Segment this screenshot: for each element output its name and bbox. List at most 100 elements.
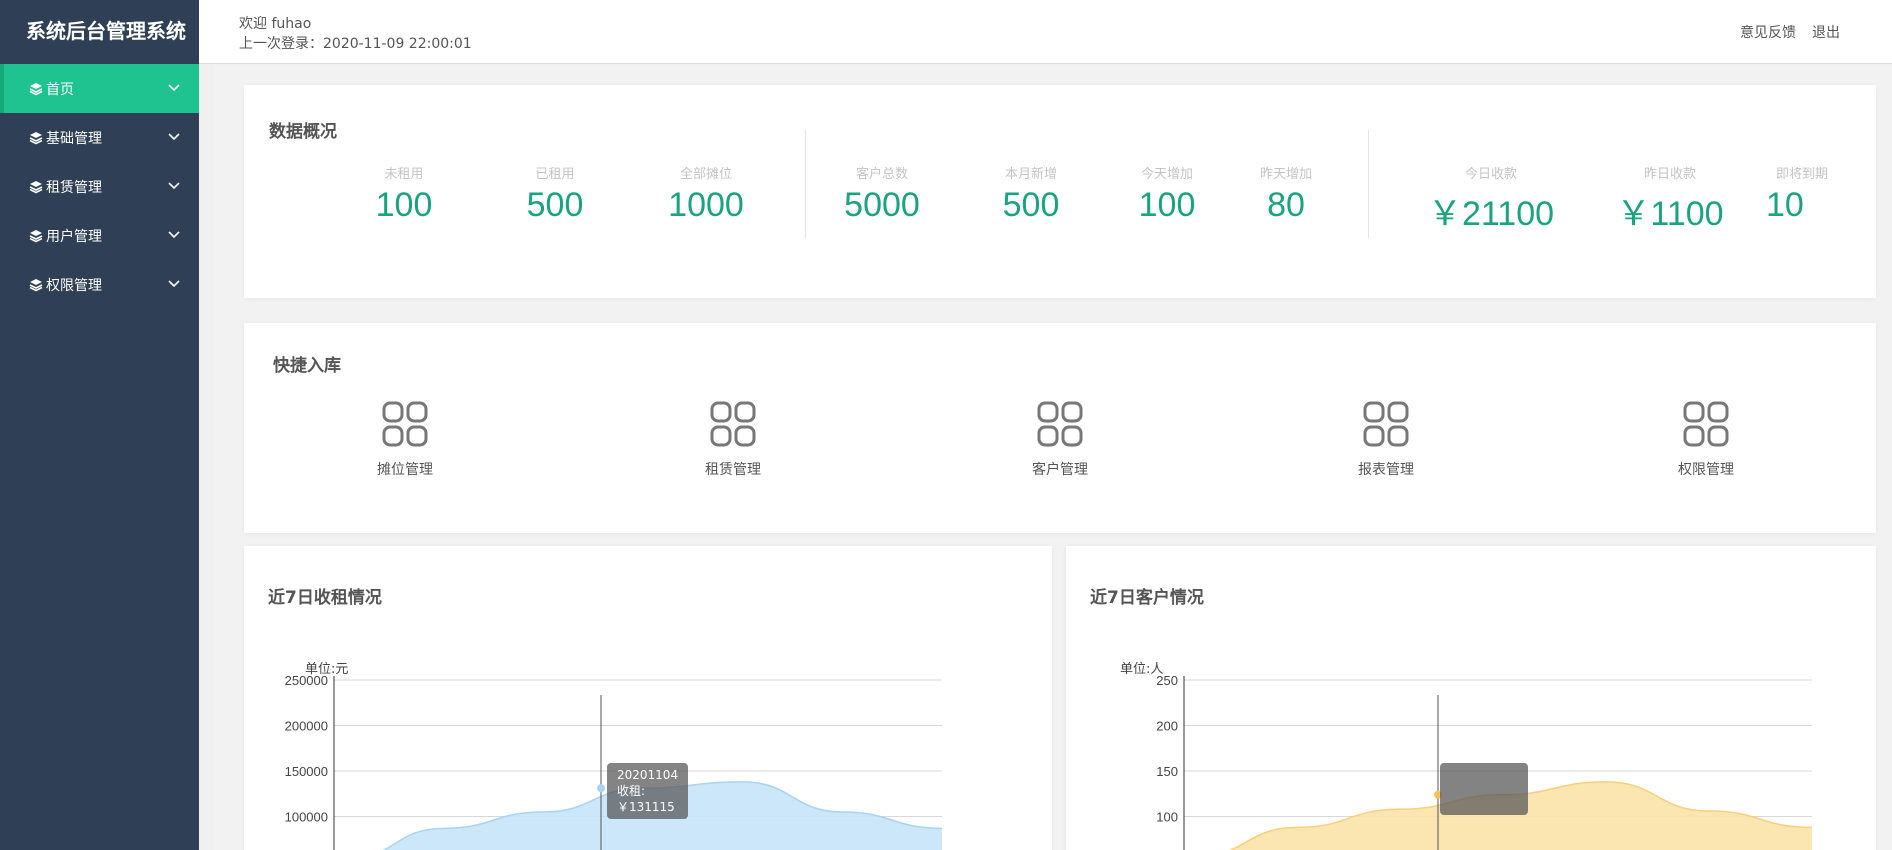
chevron-down-icon: [168, 182, 180, 190]
customer-chart-title: 近7日客户情况: [1090, 588, 1204, 608]
quick-entry-card: 快捷入库 摊位管理 租赁管理 客户管理 报表管理 权限管理: [244, 323, 1876, 533]
grid-icon: [1683, 401, 1729, 447]
sidebar-item-label: 权限管理: [46, 277, 102, 294]
quick-customer-management[interactable]: 客户管理: [1000, 401, 1120, 479]
sidebar-item-label: 基础管理: [46, 130, 102, 147]
stat-label: 今天增加: [1140, 167, 1193, 182]
stat-value: ￥21100: [1427, 195, 1555, 233]
sidebar-item-label: 首页: [46, 81, 74, 98]
feedback-link[interactable]: 意见反馈: [1740, 22, 1796, 42]
app-title: 系统后台管理系统: [26, 19, 186, 43]
stat-all-booths: 全部摊位 1000: [651, 163, 761, 225]
y-tick-label: 150000: [285, 764, 328, 779]
y-tick-label: 100: [1156, 810, 1178, 825]
stat-value: 10: [1766, 186, 1804, 224]
sidebar-item-permissions[interactable]: 权限管理: [0, 260, 199, 309]
stat-today-added: 今天增加 100: [1117, 163, 1217, 225]
main-content: 数据概况 未租用 100 已租用 500 全部摊位 1000 客户总数 5000…: [214, 65, 1892, 850]
stat-value: 80: [1267, 186, 1305, 224]
welcome-text: 欢迎 fuhao: [239, 16, 312, 32]
stat-value: 1000: [668, 186, 744, 224]
stat-value: 100: [375, 186, 433, 224]
quick-label: 权限管理: [1678, 462, 1734, 478]
stat-label: 即将到期: [1775, 167, 1828, 182]
stat-value: 500: [526, 186, 584, 224]
last-login-text: 上一次登录：2020-11-09 22:00:01: [239, 36, 472, 52]
overview-title: 数据概况: [269, 122, 337, 142]
quick-title: 快捷入库: [273, 356, 341, 376]
divider: [1368, 130, 1369, 238]
stat-unrented: 未租用 100: [354, 163, 454, 225]
grid-icon: [710, 401, 756, 447]
quick-lease-management[interactable]: 租赁管理: [673, 401, 793, 479]
stat-value: 500: [1002, 186, 1060, 224]
overview-card: 数据概况 未租用 100 已租用 500 全部摊位 1000 客户总数 5000…: [244, 85, 1876, 298]
grid-icon: [1363, 401, 1409, 447]
sidebar-item-lease[interactable]: 租赁管理: [0, 162, 199, 211]
layers-icon: [28, 179, 43, 194]
y-tick-label: 200000: [285, 719, 328, 734]
rent-chart: 250000 200000 150000 100000: [285, 673, 943, 850]
stat-expiring: 即将到期 10: [1762, 163, 1842, 225]
sidebar-item-label: 用户管理: [46, 228, 102, 245]
sidebar-item-label: 租赁管理: [46, 179, 102, 196]
stat-value: 5000: [844, 186, 920, 224]
sidebar-item-users[interactable]: 用户管理: [0, 211, 199, 260]
stat-label: 本月新增: [1004, 167, 1057, 182]
rent-chart-tooltip: 20201104 收租: ￥131115: [607, 763, 689, 819]
layers-icon: [28, 277, 43, 292]
y-tick-label: 250: [1156, 673, 1178, 688]
y-tick-label: 150: [1156, 764, 1178, 779]
stat-yesterday-income: 昨日收款 ￥1100: [1600, 163, 1740, 235]
rent-chart-title: 近7日收租情况: [268, 588, 382, 608]
grid-icon: [1037, 401, 1083, 447]
quick-permission-management[interactable]: 权限管理: [1646, 401, 1766, 479]
customer-chart: 250 200 150 100: [1156, 673, 1813, 850]
quick-label: 客户管理: [1032, 462, 1088, 478]
chevron-down-icon: [168, 133, 180, 141]
stat-month-new: 本月新增 500: [981, 163, 1081, 225]
grid-icon: [382, 401, 428, 447]
sidebar-item-home[interactable]: 首页: [0, 64, 199, 113]
sidebar: 系统后台管理系统 首页 基础管理 租赁管理 用户管理 权限管理: [0, 0, 199, 850]
divider: [805, 130, 806, 238]
stat-label: 未租用: [384, 167, 424, 182]
stat-label: 昨天增加: [1259, 167, 1312, 182]
logout-link[interactable]: 退出: [1812, 22, 1840, 42]
stat-label: 昨日收款: [1643, 167, 1696, 182]
stat-label: 客户总数: [855, 167, 908, 182]
rent-chart-card: 近7日收租情况 单位:元 250000 200000 150000 100000 20…: [244, 546, 1052, 850]
y-tick-label: 100000: [285, 810, 328, 825]
customer-chart-card: 近7日客户情况 单位:人 250 200 150 100: [1066, 546, 1876, 850]
stat-total-customers: 客户总数 5000: [827, 163, 937, 225]
stat-label: 已租用: [535, 167, 575, 182]
chevron-down-icon: [168, 84, 180, 92]
stat-label: 全部摊位: [679, 167, 732, 182]
quick-label: 摊位管理: [377, 462, 433, 478]
chevron-down-icon: [168, 231, 180, 239]
quick-report-management[interactable]: 报表管理: [1326, 401, 1446, 479]
tooltip-date: 20201104: [617, 768, 679, 782]
sidebar-item-basic[interactable]: 基础管理: [0, 113, 199, 162]
y-tick-label: 200: [1156, 719, 1178, 734]
layers-icon: [28, 81, 43, 96]
data-point[interactable]: [597, 784, 605, 793]
stat-label: 今日收款: [1464, 167, 1517, 182]
layers-icon: [28, 130, 43, 145]
y-tick-label: 250000: [285, 673, 328, 688]
stat-today-income: 今日收款 ￥21100: [1416, 163, 1566, 235]
chevron-down-icon: [168, 280, 180, 288]
tooltip-value: ￥131115: [617, 800, 675, 814]
stat-rented: 已租用 500: [505, 163, 605, 225]
tooltip-label: 收租:: [617, 784, 646, 798]
quick-label: 租赁管理: [705, 462, 761, 478]
welcome-block: 欢迎 fuhao 上一次登录：2020-11-09 22:00:01: [239, 14, 472, 54]
stat-value: 100: [1138, 186, 1196, 224]
stat-value: ￥1100: [1616, 195, 1724, 233]
quick-booth-management[interactable]: 摊位管理: [345, 401, 465, 479]
layers-icon: [28, 228, 43, 243]
top-header: 欢迎 fuhao 上一次登录：2020-11-09 22:00:01 意见反馈 …: [199, 0, 1892, 64]
quick-label: 报表管理: [1358, 462, 1414, 478]
customer-chart-tooltip: [1440, 763, 1528, 815]
stat-yesterday-added: 昨天增加 80: [1236, 163, 1336, 225]
